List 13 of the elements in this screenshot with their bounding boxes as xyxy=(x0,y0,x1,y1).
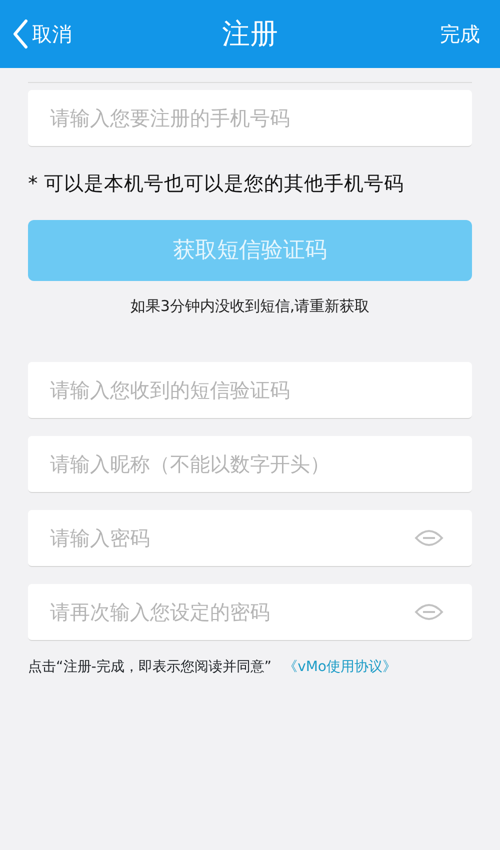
back-icon xyxy=(12,19,28,49)
agreement-link[interactable]: 《vMo使用协议》 xyxy=(284,656,396,678)
phone-input-field[interactable]: 请输入您要注册的手机号码 xyxy=(28,90,472,147)
input-field[interactable]: 请输入您收到的短信验证码 xyxy=(28,362,472,419)
password-input-field[interactable]: 请输入密码 xyxy=(28,510,472,567)
password-input-field[interactable]: 请再次输入您设定的密码 xyxy=(28,584,472,641)
phone-note: * 可以是本机号也可以是您的其他手机号码 xyxy=(28,171,405,197)
input-field[interactable]: 请输入昵称（不能以数字开头） xyxy=(28,436,472,493)
resend-hint: 如果3分钟内没收到短信,请重新获取 xyxy=(129,296,371,318)
back-button[interactable]: 取消 xyxy=(0,19,72,49)
done-button[interactable]: 完成 xyxy=(440,19,500,49)
page-title: 注册 xyxy=(222,16,278,52)
agreement-text: 点击“注册-完成，即表示您阅读并同意” xyxy=(28,658,272,677)
